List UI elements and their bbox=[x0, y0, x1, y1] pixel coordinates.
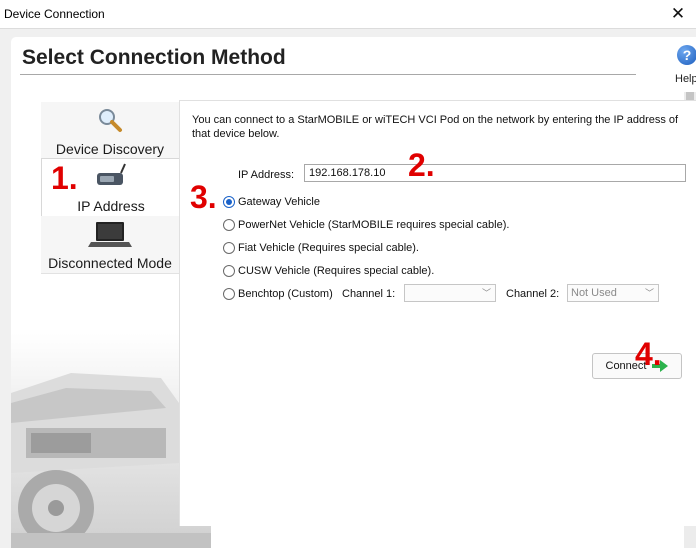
page-title: Select Connection Method bbox=[22, 46, 286, 69]
help-label[interactable]: Help bbox=[675, 73, 696, 85]
nav-item-device-discovery[interactable]: Device Discovery bbox=[41, 102, 179, 160]
title-bar: Device Connection ✕ bbox=[0, 0, 696, 29]
radio-label: PowerNet Vehicle (StarMOBILE requires sp… bbox=[238, 219, 510, 231]
channel-1-label: Channel 1: bbox=[342, 288, 396, 300]
radio-fiat-vehicle[interactable]: Fiat Vehicle (Requires special cable). bbox=[223, 240, 419, 256]
chevron-down-icon: ﹀ bbox=[481, 288, 491, 298]
magnifier-icon bbox=[99, 109, 122, 132]
radio-button[interactable] bbox=[223, 196, 235, 208]
window-title: Device Connection bbox=[4, 7, 105, 21]
laptop-icon bbox=[88, 222, 132, 247]
radio-gateway-vehicle[interactable]: Gateway Vehicle bbox=[223, 194, 320, 210]
nav-item-label: Disconnected Mode bbox=[48, 255, 172, 271]
chevron-down-icon: ﹀ bbox=[644, 288, 654, 298]
help-icon[interactable]: ? bbox=[677, 45, 696, 65]
ip-address-panel: You can connect to a StarMOBILE or wiTEC… bbox=[179, 100, 696, 526]
channel-2-label: Channel 2: bbox=[506, 288, 560, 300]
radio-button[interactable] bbox=[223, 219, 235, 231]
radio-label: CUSW Vehicle (Requires special cable). bbox=[238, 265, 435, 277]
ip-address-input[interactable]: 192.168.178.10 bbox=[304, 164, 686, 182]
step-annotation-4: 4. bbox=[635, 336, 662, 372]
nav-item-label: Device Discovery bbox=[55, 141, 165, 157]
channel-2-dropdown[interactable]: Not Used ﹀ bbox=[567, 284, 659, 302]
radio-button[interactable] bbox=[223, 288, 235, 300]
main-page: Select Connection Method ? Help Device D bbox=[11, 37, 696, 548]
ip-address-label: IP Address: bbox=[238, 169, 295, 181]
radio-label: Gateway Vehicle bbox=[238, 196, 320, 208]
nav-item-label: IP Address bbox=[77, 198, 145, 214]
radio-cusw-vehicle[interactable]: CUSW Vehicle (Requires special cable). bbox=[223, 263, 434, 279]
intro-text: You can connect to a StarMOBILE or wiTEC… bbox=[192, 114, 679, 140]
radio-label: Benchtop (Custom) bbox=[238, 288, 333, 300]
radio-powernet-vehicle[interactable]: PowerNet Vehicle (StarMOBILE requires sp… bbox=[223, 217, 509, 233]
radio-benchtop-custom[interactable]: Benchtop (Custom) bbox=[223, 286, 333, 302]
radio-button[interactable] bbox=[223, 265, 235, 277]
step-annotation-3: 3. bbox=[190, 179, 217, 215]
channel-1-dropdown[interactable]: ﹀ bbox=[404, 284, 496, 302]
radio-button[interactable] bbox=[223, 242, 235, 254]
title-divider bbox=[20, 74, 636, 75]
channel-2-value: Not Used bbox=[571, 287, 617, 299]
step-annotation-2: 2. bbox=[408, 147, 435, 183]
step-annotation-1: 1. bbox=[51, 160, 78, 196]
nav-item-disconnected-mode[interactable]: Disconnected Mode bbox=[41, 216, 179, 274]
radio-label: Fiat Vehicle (Requires special cable). bbox=[238, 242, 419, 254]
vci-pod-icon bbox=[97, 163, 126, 185]
close-icon[interactable]: ✕ bbox=[660, 0, 696, 28]
